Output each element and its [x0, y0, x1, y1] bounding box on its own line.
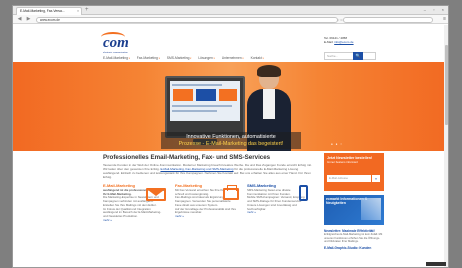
site-search-input[interactable]: Suche... [324, 52, 376, 60]
page-scrollbar[interactable] [444, 25, 448, 267]
nav-item-sms-marketing[interactable]: SMS-Marketing [167, 56, 192, 60]
search-button[interactable]: 🔍 [353, 52, 363, 60]
newsletter-box: Jetzt Newsletter bestellen! Immer besten… [324, 153, 384, 191]
screen-bar [172, 84, 222, 86]
column-text: Im Fokus der Qualität und Integration au… [103, 206, 162, 218]
news-section: Newsletter: Maximale Effektivität! Erfol… [324, 229, 384, 250]
hero-caption: Innovative Funktionen, automatisierte Pr… [161, 132, 301, 149]
person-hair [257, 65, 281, 77]
screen-block [219, 89, 237, 101]
intro-text: Tausende Kunden in der Welt der Online-K… [103, 163, 313, 179]
tab-strip: E-Mail-Marketing, Fax-Versa... × + – ▫ × [13, 6, 448, 15]
intro-section: Professionelles Email-Marketing, Fax- un… [103, 154, 313, 179]
newsletter-subtitle: Immer bestens informiert [327, 159, 358, 164]
contact-email-link[interactable]: info@ecom.de [334, 40, 353, 44]
banner-graphic [361, 198, 381, 220]
screen-block [196, 89, 216, 101]
hero-caption-line2: Prozesse - E-Mail-Marketing das begeiste… [178, 140, 284, 147]
page-headline: Professionelles Email-Marketing, Fax- un… [103, 154, 271, 161]
column-text: Unsere Lösungen sind zuverlässig und hoc… [247, 202, 297, 211]
nav-item-kontakt[interactable]: Kontakt [251, 56, 264, 60]
contact-info: Tel. 09121 / 4058 E-Mail: info@ecom.de [324, 36, 354, 44]
nav-item-email-marketing[interactable]: E-Mail-Marketing [103, 56, 130, 60]
url-text: www.ecom.de [40, 17, 60, 22]
tab-title: E-Mail-Marketing, Fax-Versa... [20, 9, 65, 13]
phone-icon [299, 185, 308, 201]
contact-email-label: E-Mail: [324, 39, 334, 44]
scrollbar-thumb[interactable] [444, 45, 448, 125]
monitor-screen [170, 81, 240, 121]
browser-tab[interactable]: E-Mail-Marketing, Fax-Versa... × [16, 7, 82, 15]
forward-arrow-icon[interactable]: ▶ [25, 16, 32, 23]
news-title[interactable]: E-Mail-Graphic-Studio: Kunden [324, 246, 384, 250]
nav-item-loesungen[interactable]: Lösungen [198, 56, 214, 60]
status-indicator [426, 262, 446, 266]
back-arrow-icon[interactable]: ◀ [16, 16, 23, 23]
more-link[interactable]: mehr » [247, 211, 309, 215]
more-link[interactable]: mehr » [103, 218, 165, 223]
news-text: Erfolgreiches E-Mail-Marketing ist kein … [324, 233, 383, 243]
logo-text: com [103, 35, 129, 51]
browser-window: E-Mail-Marketing, Fax-Versa... × + – ▫ ×… [12, 5, 449, 268]
close-tab-icon[interactable]: × [77, 8, 79, 15]
screen-bar [172, 110, 217, 112]
promo-banner[interactable]: ecmarkt Informationen & Neuigkeiten [324, 195, 384, 225]
address-bar[interactable]: www.ecom.de ☆ C [36, 16, 343, 23]
nav-item-unternehmen[interactable]: Unternehmen [222, 56, 244, 60]
envelope-icon [146, 188, 166, 201]
window-controls[interactable]: – ▫ × [424, 7, 447, 12]
menu-icon[interactable]: ≡ [443, 16, 446, 22]
more-link[interactable]: mehr » [175, 214, 237, 219]
newsletter-email-input[interactable]: E-Mail-Adresse [327, 175, 371, 182]
fax-icon [223, 185, 239, 200]
screen-bar [172, 105, 232, 107]
new-tab-button[interactable]: + [85, 7, 89, 14]
main-navigation: E-Mail-Marketing Fax-Marketing SMS-Marke… [103, 55, 313, 61]
bookmark-star-icon[interactable]: ☆ C [337, 18, 343, 23]
nav-item-fax-marketing[interactable]: Fax-Marketing [137, 56, 160, 60]
column-text: Auf der Grundlage der Professionalität s… [175, 206, 237, 215]
screen-block [173, 89, 193, 101]
browser-search-input[interactable] [343, 16, 433, 23]
monitor-image [165, 76, 245, 138]
browser-toolbar: ◀ ▶ www.ecom.de ☆ C ≡ [13, 15, 448, 24]
slider-dots[interactable]: ● ● ○ [331, 142, 343, 147]
person-shirt [263, 89, 275, 119]
newsletter-submit-button[interactable]: » [372, 175, 380, 182]
hero-slider[interactable]: Innovative Funktionen, automatisierte Pr… [13, 62, 448, 151]
web-page: com electronic communication E-Mail-Mark… [13, 25, 448, 267]
